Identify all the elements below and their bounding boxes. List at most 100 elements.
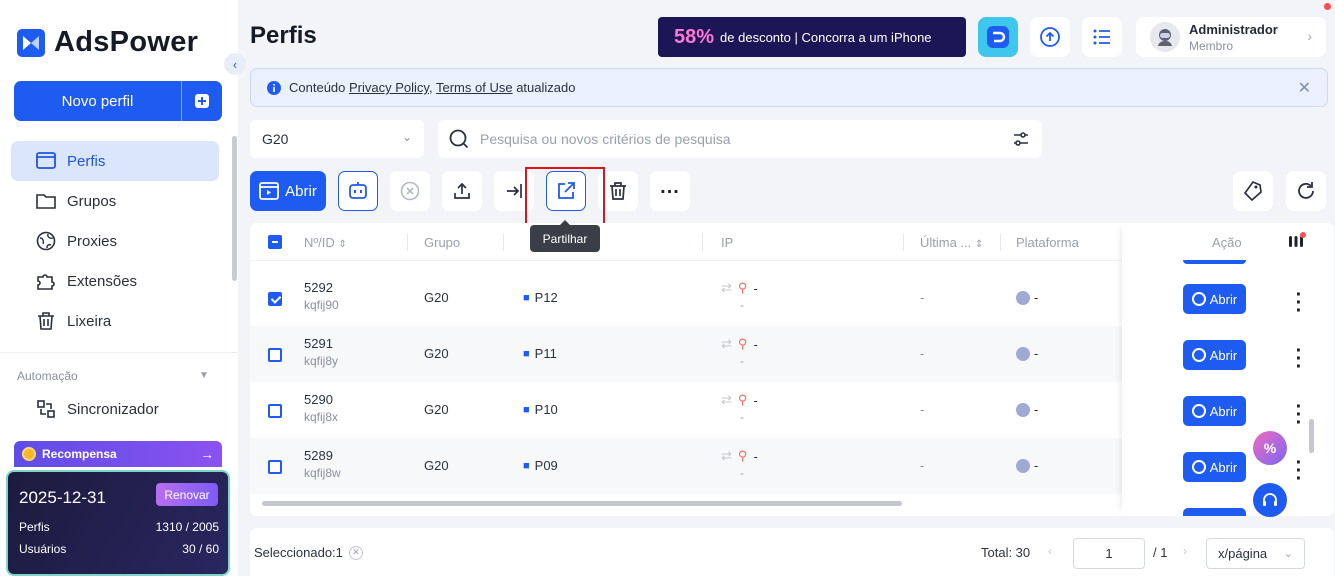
page-input[interactable]: 1 [1073, 538, 1145, 569]
profile-name-label: P10 [534, 402, 558, 417]
filter-icon[interactable] [1012, 130, 1030, 148]
location-pin-icon: ⚲ [737, 448, 748, 463]
browser-icon [259, 182, 280, 200]
location-pin-icon: ⚲ [737, 336, 748, 351]
close-browser-button[interactable] [390, 171, 430, 211]
row-open-button[interactable]: Abrir [1183, 340, 1246, 370]
sort-icon: ⇕ [338, 239, 347, 250]
profile-uid: kqfij8w [304, 466, 341, 480]
profile-name[interactable]: ■ P12 [523, 290, 558, 305]
promo-banner[interactable]: 58% de desconto | Concorra a um iPhone [658, 17, 966, 57]
export-button[interactable] [442, 171, 482, 211]
row-open-button[interactable]: Abrir [1183, 452, 1246, 482]
refresh-button[interactable] [1286, 171, 1326, 211]
group-select[interactable]: G20 ⌄ [250, 120, 424, 158]
row-more-icon[interactable]: · · · [1289, 397, 1309, 433]
column-separator [503, 233, 504, 251]
privacy-policy-link[interactable]: Privacy Policy [349, 80, 429, 95]
sidebar-item-profiles[interactable]: Perfis [11, 141, 219, 181]
chevron-down-icon: ⌄ [1283, 548, 1293, 560]
swap-icon: ⇄ [721, 280, 732, 295]
avatar [1150, 22, 1180, 52]
profile-last-open: - [920, 458, 925, 473]
profile-group: G20 [424, 346, 449, 361]
terms-of-use-link[interactable]: Terms of Use [436, 80, 513, 95]
share-tooltip: Partilhar [530, 220, 600, 252]
profile-ip-value: - [753, 448, 758, 464]
action-column: Ação Abrir · · · Abrir · · · Abrir · · · Abrir… [1122, 223, 1334, 516]
sidebar-item-trash[interactable]: Lixeira [11, 301, 219, 341]
sidebar-scrollbar[interactable] [232, 136, 237, 281]
next-page-icon[interactable]: › [1183, 544, 1187, 558]
open-button[interactable]: Abrir [250, 171, 326, 211]
renew-button[interactable]: Renovar [156, 483, 218, 506]
profile-name[interactable]: ■ P09 [523, 458, 558, 473]
profile-name-label: P09 [534, 458, 558, 473]
new-profile-button[interactable]: Novo perfil [14, 81, 222, 121]
sidebar-item-groups[interactable]: Grupos [11, 181, 219, 221]
sidebar-item-extensions[interactable]: Extensões [11, 261, 219, 301]
row-open-button[interactable]: Abrir [1183, 284, 1246, 314]
swap-icon: ⇄ [721, 392, 732, 407]
collapse-sidebar-button[interactable]: ‹ [224, 53, 246, 75]
upload-icon [454, 182, 470, 199]
row-open-button-label: Abrir [1209, 291, 1238, 307]
profile-uid: kqfij90 [304, 298, 339, 312]
row-checkbox[interactable] [268, 292, 282, 306]
tasks-button[interactable] [1082, 17, 1122, 57]
row-checkbox[interactable] [268, 404, 282, 418]
profile-name[interactable]: ■ P11 [523, 346, 557, 361]
sidebar-item-label: Extensões [67, 272, 138, 290]
row-more-icon[interactable]: · · · [1289, 285, 1309, 321]
notification-dot [1300, 232, 1306, 238]
row-more-icon[interactable]: · · · [1289, 453, 1309, 489]
profile-ip-value: - [753, 280, 758, 296]
app-badge-button[interactable] [978, 17, 1018, 57]
plan-card: 2025-12-31 Renovar Perfis 1310 / 2005 Us… [6, 470, 230, 576]
discount-float-button[interactable]: % [1253, 431, 1287, 465]
profile-last-open: - [920, 290, 925, 305]
profile-name[interactable]: ■ P10 [523, 402, 558, 417]
row-checkbox[interactable] [268, 348, 282, 362]
app-logo[interactable]: AdsPower [16, 26, 198, 59]
update-button[interactable] [1030, 17, 1070, 57]
search-input[interactable]: Pesquisa ou novos critérios de pesquisa [438, 120, 1042, 158]
user-menu[interactable]: Administrador Membro › [1136, 17, 1326, 57]
clear-selection-icon[interactable]: ✕ [348, 545, 363, 560]
prev-page-icon[interactable]: ‹ [1048, 544, 1052, 558]
automation-button[interactable] [338, 171, 378, 211]
row-open-button[interactable]: Abrir [1183, 396, 1246, 426]
chevron-down-icon: ⌄ [401, 130, 412, 144]
column-header-id[interactable]: Nº/ID ⇕ [304, 235, 347, 250]
select-all-checkbox[interactable] [268, 235, 282, 249]
sidebar-item-synchronizer[interactable]: Sincronizador [35, 398, 159, 420]
chevron-down-icon[interactable]: ▼ [199, 370, 209, 381]
chrome-icon [1191, 348, 1206, 362]
support-float-button[interactable] [1253, 483, 1287, 517]
per-page-select[interactable]: x/página ⌄ [1206, 538, 1305, 569]
platform-icon [1016, 402, 1030, 417]
horizontal-scrollbar[interactable] [262, 501, 902, 506]
row-open-button-partial[interactable] [1183, 508, 1246, 516]
profile-platform-value: - [1034, 458, 1039, 473]
vertical-scrollbar[interactable] [1309, 419, 1314, 453]
platform-icon [1016, 346, 1030, 361]
close-circle-icon [400, 181, 420, 201]
reward-banner[interactable]: Recompensa → [14, 441, 222, 467]
profile-ip: ⇄ ⚲ - [721, 448, 758, 464]
sidebar-item-proxies[interactable]: Proxies [11, 221, 219, 261]
profile-group: G20 [424, 458, 449, 473]
add-profile-icon[interactable] [181, 81, 222, 121]
column-header-last[interactable]: Última ... ⇕ [920, 235, 983, 250]
row-open-button-partial[interactable] [1183, 260, 1246, 264]
profile-group: G20 [424, 290, 449, 305]
sidebar-divider [0, 352, 238, 353]
row-more-icon[interactable]: · · · [1289, 341, 1309, 377]
profiles-icon [36, 152, 56, 169]
profile-id: 5290 [304, 392, 333, 407]
close-icon[interactable]: ✕ [1298, 78, 1311, 98]
row-checkbox[interactable] [268, 460, 282, 474]
tag-button[interactable] [1233, 171, 1273, 211]
plan-profiles-label: Perfis [19, 520, 50, 534]
more-button[interactable]: ... [650, 171, 690, 211]
